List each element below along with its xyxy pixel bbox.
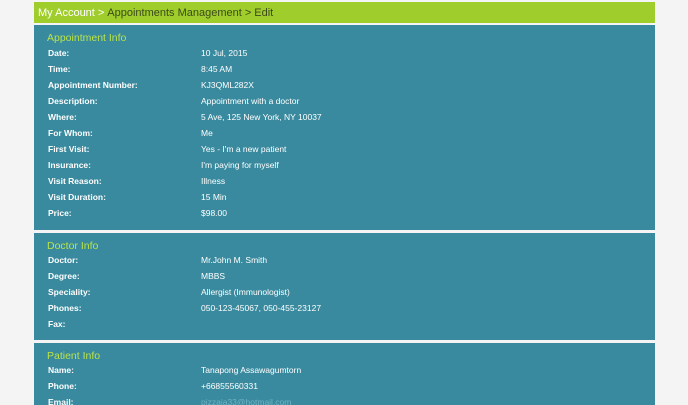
breadcrumb-edit: Edit <box>254 6 274 19</box>
appointment-row-for-whom: For Whom: Me <box>34 128 655 144</box>
doctor-row-speciality: Speciality: Allergist (Immunologist) <box>34 287 655 303</box>
field-value: pizzaja33@hotmail.com <box>201 397 292 405</box>
patient-row-email: Email: pizzaja33@hotmail.com <box>34 397 655 405</box>
field-value: Mr.John M. Smith <box>201 255 268 265</box>
field-label: Doctor: <box>48 255 79 265</box>
appointment-row-visit-duration: Visit Duration: 15 Min <box>34 192 655 208</box>
appointment-row-visit-reason: Visit Reason: Illness <box>34 176 655 192</box>
field-value: MBBS <box>201 271 226 281</box>
doctor-row-fax: Fax: <box>34 319 655 335</box>
field-label: Visit Duration: <box>48 192 106 202</box>
field-label: Where: <box>48 112 77 122</box>
field-label: Name: <box>48 365 74 375</box>
field-label: Phone: <box>48 381 77 391</box>
doctor-row-doctor: Doctor: Mr.John M. Smith <box>34 255 655 271</box>
appointment-info-title: Appointment Info <box>47 32 127 44</box>
field-value: 15 Min <box>201 192 227 202</box>
field-value: $98.00 <box>201 208 227 218</box>
field-value: Yes - I'm a new patient <box>201 144 287 154</box>
field-label: First Visit: <box>48 144 90 154</box>
field-value: 10 Jul, 2015 <box>201 48 248 58</box>
doctor-info-title: Doctor Info <box>47 240 99 252</box>
field-value: +66855560331 <box>201 381 258 391</box>
field-label: Visit Reason: <box>48 176 102 186</box>
field-value: Allergist (Immunologist) <box>201 287 290 297</box>
field-label: Degree: <box>48 271 80 281</box>
field-value: Appointment with a doctor <box>201 96 300 106</box>
field-value: Tanapong Assawagumtorn <box>201 365 302 375</box>
breadcrumb: My Account > Appointments Management > E… <box>34 2 655 23</box>
field-value: 8:45 AM <box>201 64 233 74</box>
doctor-row-degree: Degree: MBBS <box>34 271 655 287</box>
field-value: 5 Ave, 125 New York, NY 10037 <box>201 112 322 122</box>
appointment-row-where: Where: 5 Ave, 125 New York, NY 10037 <box>34 112 655 128</box>
field-value: I'm paying for myself <box>201 160 279 170</box>
patient-info-title: Patient Info <box>47 350 101 362</box>
patient-row-phone: Phone: +66855560331 <box>34 381 655 397</box>
appointment-row-number: Appointment Number: KJ3QML282X <box>34 80 655 96</box>
field-label: Appointment Number: <box>48 80 138 90</box>
field-label: Fax: <box>48 319 66 329</box>
appointment-row-first-visit: First Visit: Yes - I'm a new patient <box>34 144 655 160</box>
patient-info-panel: Patient Info Name: Tanapong Assawagumtor… <box>34 343 655 405</box>
field-label: Phones: <box>48 303 82 313</box>
doctor-info-panel: Doctor Info Doctor: Mr.John M. Smith Deg… <box>34 233 655 340</box>
appointment-row-description: Description: Appointment with a doctor <box>34 96 655 112</box>
field-label: Price: <box>48 208 72 218</box>
patient-row-name: Name: Tanapong Assawagumtorn <box>34 365 655 381</box>
field-value: 050-123-45067, 050-455-23127 <box>201 303 322 313</box>
appointment-row-price: Price: $98.00 <box>34 208 655 224</box>
appointment-row-date: Date: 10 Jul, 2015 <box>34 48 655 64</box>
doctor-row-phones: Phones: 050-123-45067, 050-455-23127 <box>34 303 655 319</box>
breadcrumb-separator: > <box>244 6 252 19</box>
field-label: Date: <box>48 48 70 58</box>
breadcrumb-separator: > <box>97 6 105 19</box>
field-label: For Whom: <box>48 128 93 138</box>
field-label: Email: <box>48 397 74 405</box>
appointment-row-insurance: Insurance: I'm paying for myself <box>34 160 655 176</box>
breadcrumb-appointments-management[interactable]: Appointments Management <box>107 7 242 19</box>
field-label: Description: <box>48 96 98 106</box>
field-value: Me <box>201 128 213 138</box>
appointment-row-time: Time: 8:45 AM <box>34 64 655 80</box>
field-label: Speciality: <box>48 287 91 297</box>
field-value: KJ3QML282X <box>201 80 254 90</box>
field-label: Insurance: <box>48 160 91 170</box>
breadcrumb-my-account-link[interactable]: My Account <box>38 7 95 19</box>
field-label: Time: <box>48 64 71 74</box>
field-value: Illness <box>201 176 226 186</box>
page: My Account > Appointments Management > E… <box>0 0 688 405</box>
appointment-info-panel: Appointment Info Date: 10 Jul, 2015 Time… <box>34 25 655 230</box>
